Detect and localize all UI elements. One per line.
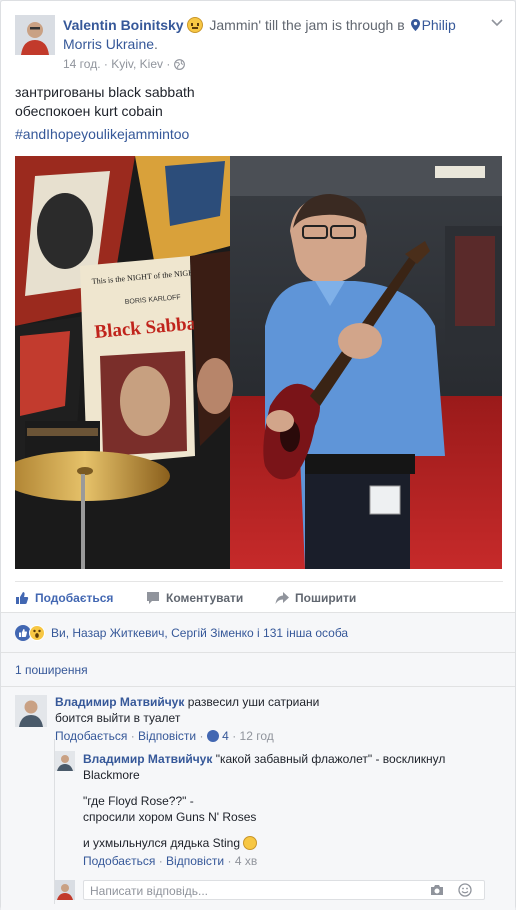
reply-like-link[interactable]: Подобається xyxy=(83,854,155,868)
reactions-summary[interactable]: Ви, Назар Житкевич, Сергій Зіменко і 131… xyxy=(51,626,348,640)
share-label: Поширити xyxy=(295,591,357,605)
reply-reply-link[interactable]: Відповісти xyxy=(166,854,224,868)
emoji-picker-icon[interactable] xyxy=(458,883,472,897)
comment-author[interactable]: Владимир Матвийчук xyxy=(55,695,184,709)
post-options-chevron-icon[interactable] xyxy=(491,19,503,27)
reply-dot: · xyxy=(158,854,163,868)
meta-separator-2: · xyxy=(166,57,171,71)
comment-dot-3: · xyxy=(232,729,237,743)
comment-bubble-icon xyxy=(147,592,159,604)
author-name[interactable]: Valentin Boinitsky xyxy=(63,17,184,33)
post-text-line-1: зантригованы black sabbath xyxy=(15,84,195,100)
feeling-smile-icon xyxy=(187,17,204,33)
comment-dot-2: · xyxy=(199,729,204,743)
viewer-avatar xyxy=(55,880,75,900)
reply-line-2: Blackmore xyxy=(83,768,140,782)
post-actions: Подобається Коментувати Поширити xyxy=(15,581,503,613)
comment-line-2: боится выйти в туалет xyxy=(55,711,181,725)
meta-separator: · xyxy=(103,57,108,71)
reply-footer: Подобається · Відповісти · 4 хв xyxy=(83,854,257,868)
feeling-text: Jammin' till the jam is through xyxy=(209,17,394,33)
location-pin-icon xyxy=(410,19,420,31)
smile-emoji-icon xyxy=(243,836,258,850)
reply-line-5: и ухмыльнулся дядька Sting xyxy=(83,836,240,850)
author-avatar[interactable] xyxy=(15,15,55,55)
post-location[interactable]: Kyiv, Kiev xyxy=(111,57,163,71)
post-meta: 14 год. · Kyiv, Kiev · xyxy=(63,56,185,72)
post-time[interactable]: 14 год. xyxy=(63,57,101,71)
post-card: Valentin Boinitsky Jammin' till the jam … xyxy=(0,0,516,910)
camera-icon[interactable] xyxy=(430,884,444,896)
comment-like-count-icon xyxy=(206,730,219,742)
at-word: в xyxy=(397,17,405,33)
reply-author[interactable]: Владимир Матвийчук xyxy=(83,752,212,766)
post-photo[interactable]: This is the NIGHT of the NIGHTMARE! BORI… xyxy=(15,156,502,569)
post-text-line-2: обеспокоен kurt cobain xyxy=(15,103,163,119)
like-button[interactable]: Подобається xyxy=(15,587,113,609)
comment-like-link[interactable]: Подобається xyxy=(55,729,127,743)
wow-reaction-icon[interactable] xyxy=(29,625,45,641)
reactions-bar: Ви, Назар Житкевич, Сергій Зіменко і 131… xyxy=(1,612,515,652)
shares-count[interactable]: 1 поширення xyxy=(15,663,88,677)
comments-section: Владимир Матвийчук развесил уши сатриани… xyxy=(1,686,515,910)
comment-footer: Подобається · Відповісти · 4 · 12 год xyxy=(55,729,274,743)
place-suffix: . xyxy=(154,36,158,52)
reply-avatar[interactable] xyxy=(55,751,75,771)
shares-bar: 1 поширення xyxy=(1,652,515,686)
comment-time[interactable]: 12 год xyxy=(240,729,274,743)
share-button[interactable]: Поширити xyxy=(275,587,356,609)
reply-line-1: "какой забавный флажолет" - воскликнул xyxy=(215,752,446,766)
comment-avatar[interactable] xyxy=(15,695,47,727)
comment-like-count[interactable]: 4 xyxy=(222,729,229,743)
reply-input-box xyxy=(83,880,485,900)
post-header: Valentin Boinitsky Jammin' till the jam … xyxy=(15,15,503,75)
comment-reply-link[interactable]: Відповісти xyxy=(138,729,196,743)
post-text: зантригованы black sabbath обеспокоен ku… xyxy=(15,83,503,121)
thumbs-up-icon xyxy=(16,592,29,604)
reply-line-4: спросили хором Guns N' Roses xyxy=(83,810,257,824)
audience-globe-icon[interactable] xyxy=(173,59,185,70)
comment-label: Коментувати xyxy=(166,591,244,605)
reply-time[interactable]: 4 хв xyxy=(235,854,257,868)
reply-text: Владимир Матвийчук "какой забавный флажо… xyxy=(83,751,493,851)
hashtag-link[interactable]: #andIhopeyoulikejammintoo xyxy=(15,126,189,142)
comment-text: Владимир Матвийчук развесил уши сатриани… xyxy=(55,694,495,726)
share-arrow-icon xyxy=(275,592,289,604)
comment-line-1: развесил уши сатриани xyxy=(187,695,320,709)
reply-input[interactable] xyxy=(90,883,420,898)
header-line: Valentin Boinitsky Jammin' till the jam … xyxy=(63,16,483,54)
comment-button[interactable]: Коментувати xyxy=(146,587,243,609)
like-label: Подобається xyxy=(35,591,114,605)
reply-dot-2: · xyxy=(227,854,232,868)
reply-line-3: "где Floyd Rose??" - xyxy=(83,794,194,808)
comment-dot: · xyxy=(130,729,135,743)
